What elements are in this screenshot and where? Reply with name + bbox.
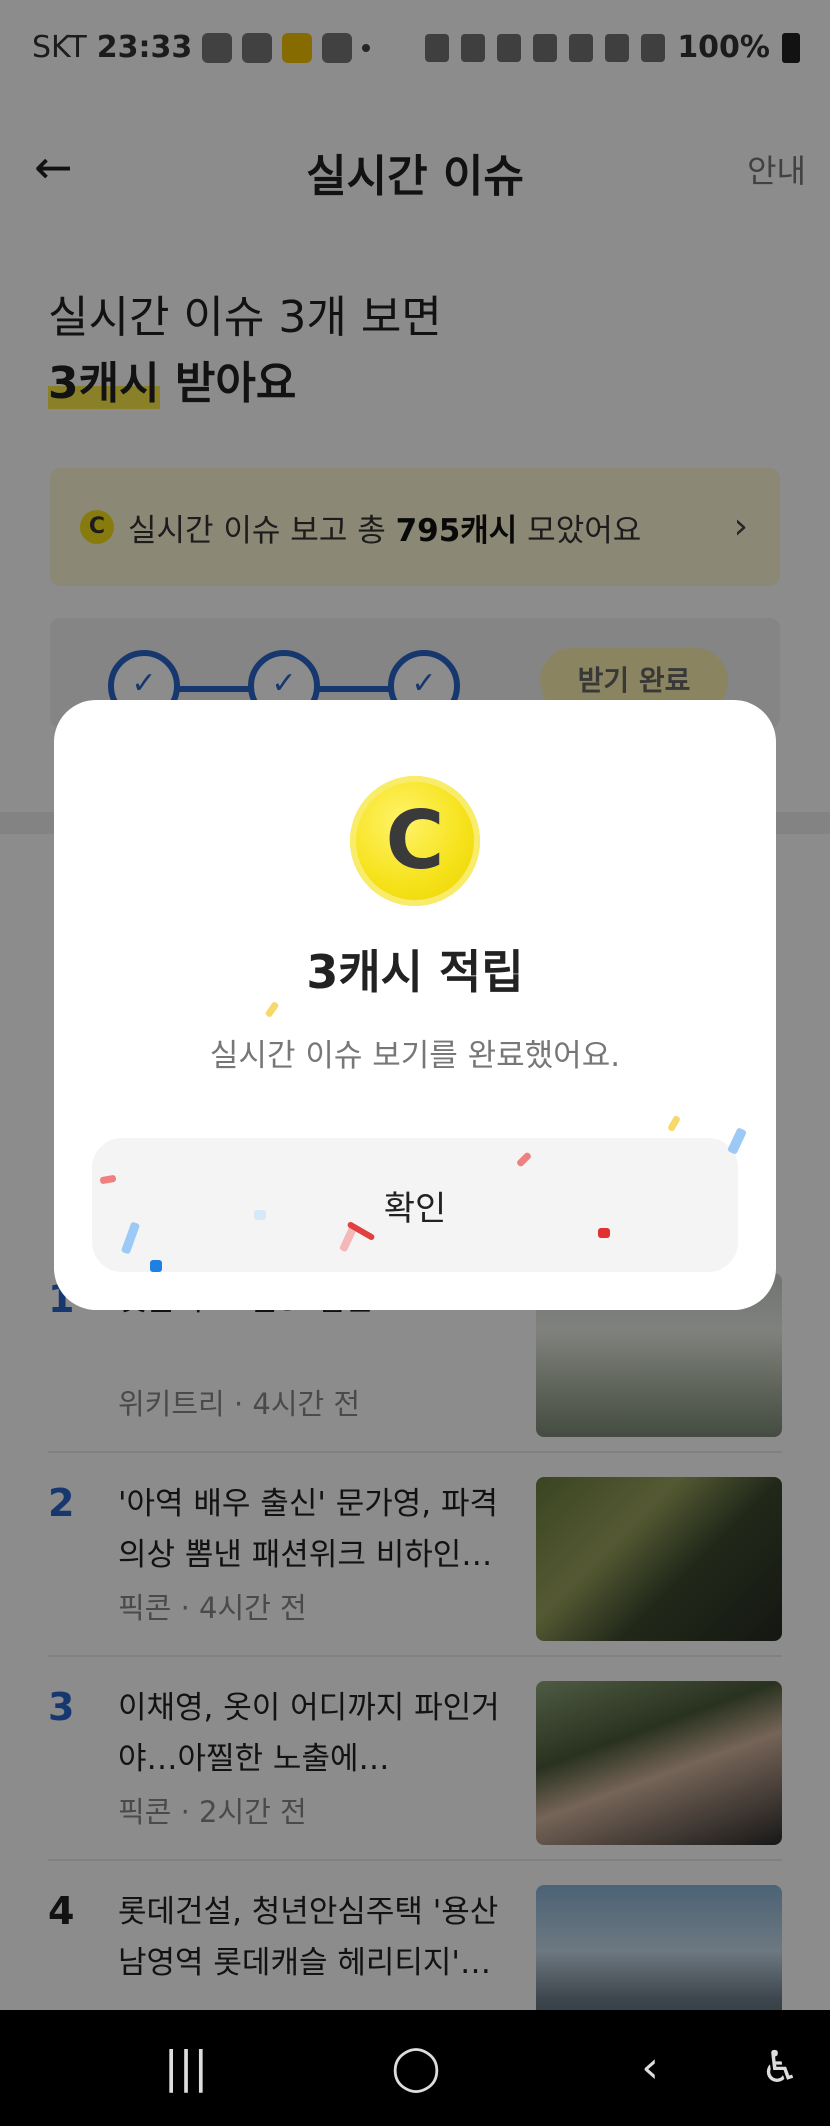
accessibility-icon[interactable]: ♿ (740, 2040, 820, 2096)
reward-modal: C 3캐시 적립 실시간 이슈 보기를 완료했어요. 확인 (54, 700, 776, 1310)
confetti-piece (254, 1210, 266, 1220)
coin-letter: C (385, 794, 445, 887)
recent-apps-icon[interactable]: ||| (146, 2040, 226, 2096)
confetti-piece (666, 1114, 682, 1133)
cash-coin-icon: C (350, 776, 480, 906)
home-icon[interactable]: ◯ (376, 2040, 456, 2096)
modal-subtitle: 실시간 이슈 보기를 완료했어요. (209, 1038, 621, 1074)
confetti-piece (598, 1228, 610, 1238)
confetti-piece (150, 1260, 162, 1272)
back-icon[interactable]: ‹ (610, 2040, 690, 2096)
modal-title: 3캐시 적립 (306, 945, 524, 999)
confetti-piece (264, 1000, 280, 1019)
system-nav-bar: ||| ◯ ‹ ♿ (0, 2010, 830, 2126)
confirm-button[interactable]: 확인 (92, 1138, 738, 1272)
confetti-piece (726, 1127, 748, 1155)
